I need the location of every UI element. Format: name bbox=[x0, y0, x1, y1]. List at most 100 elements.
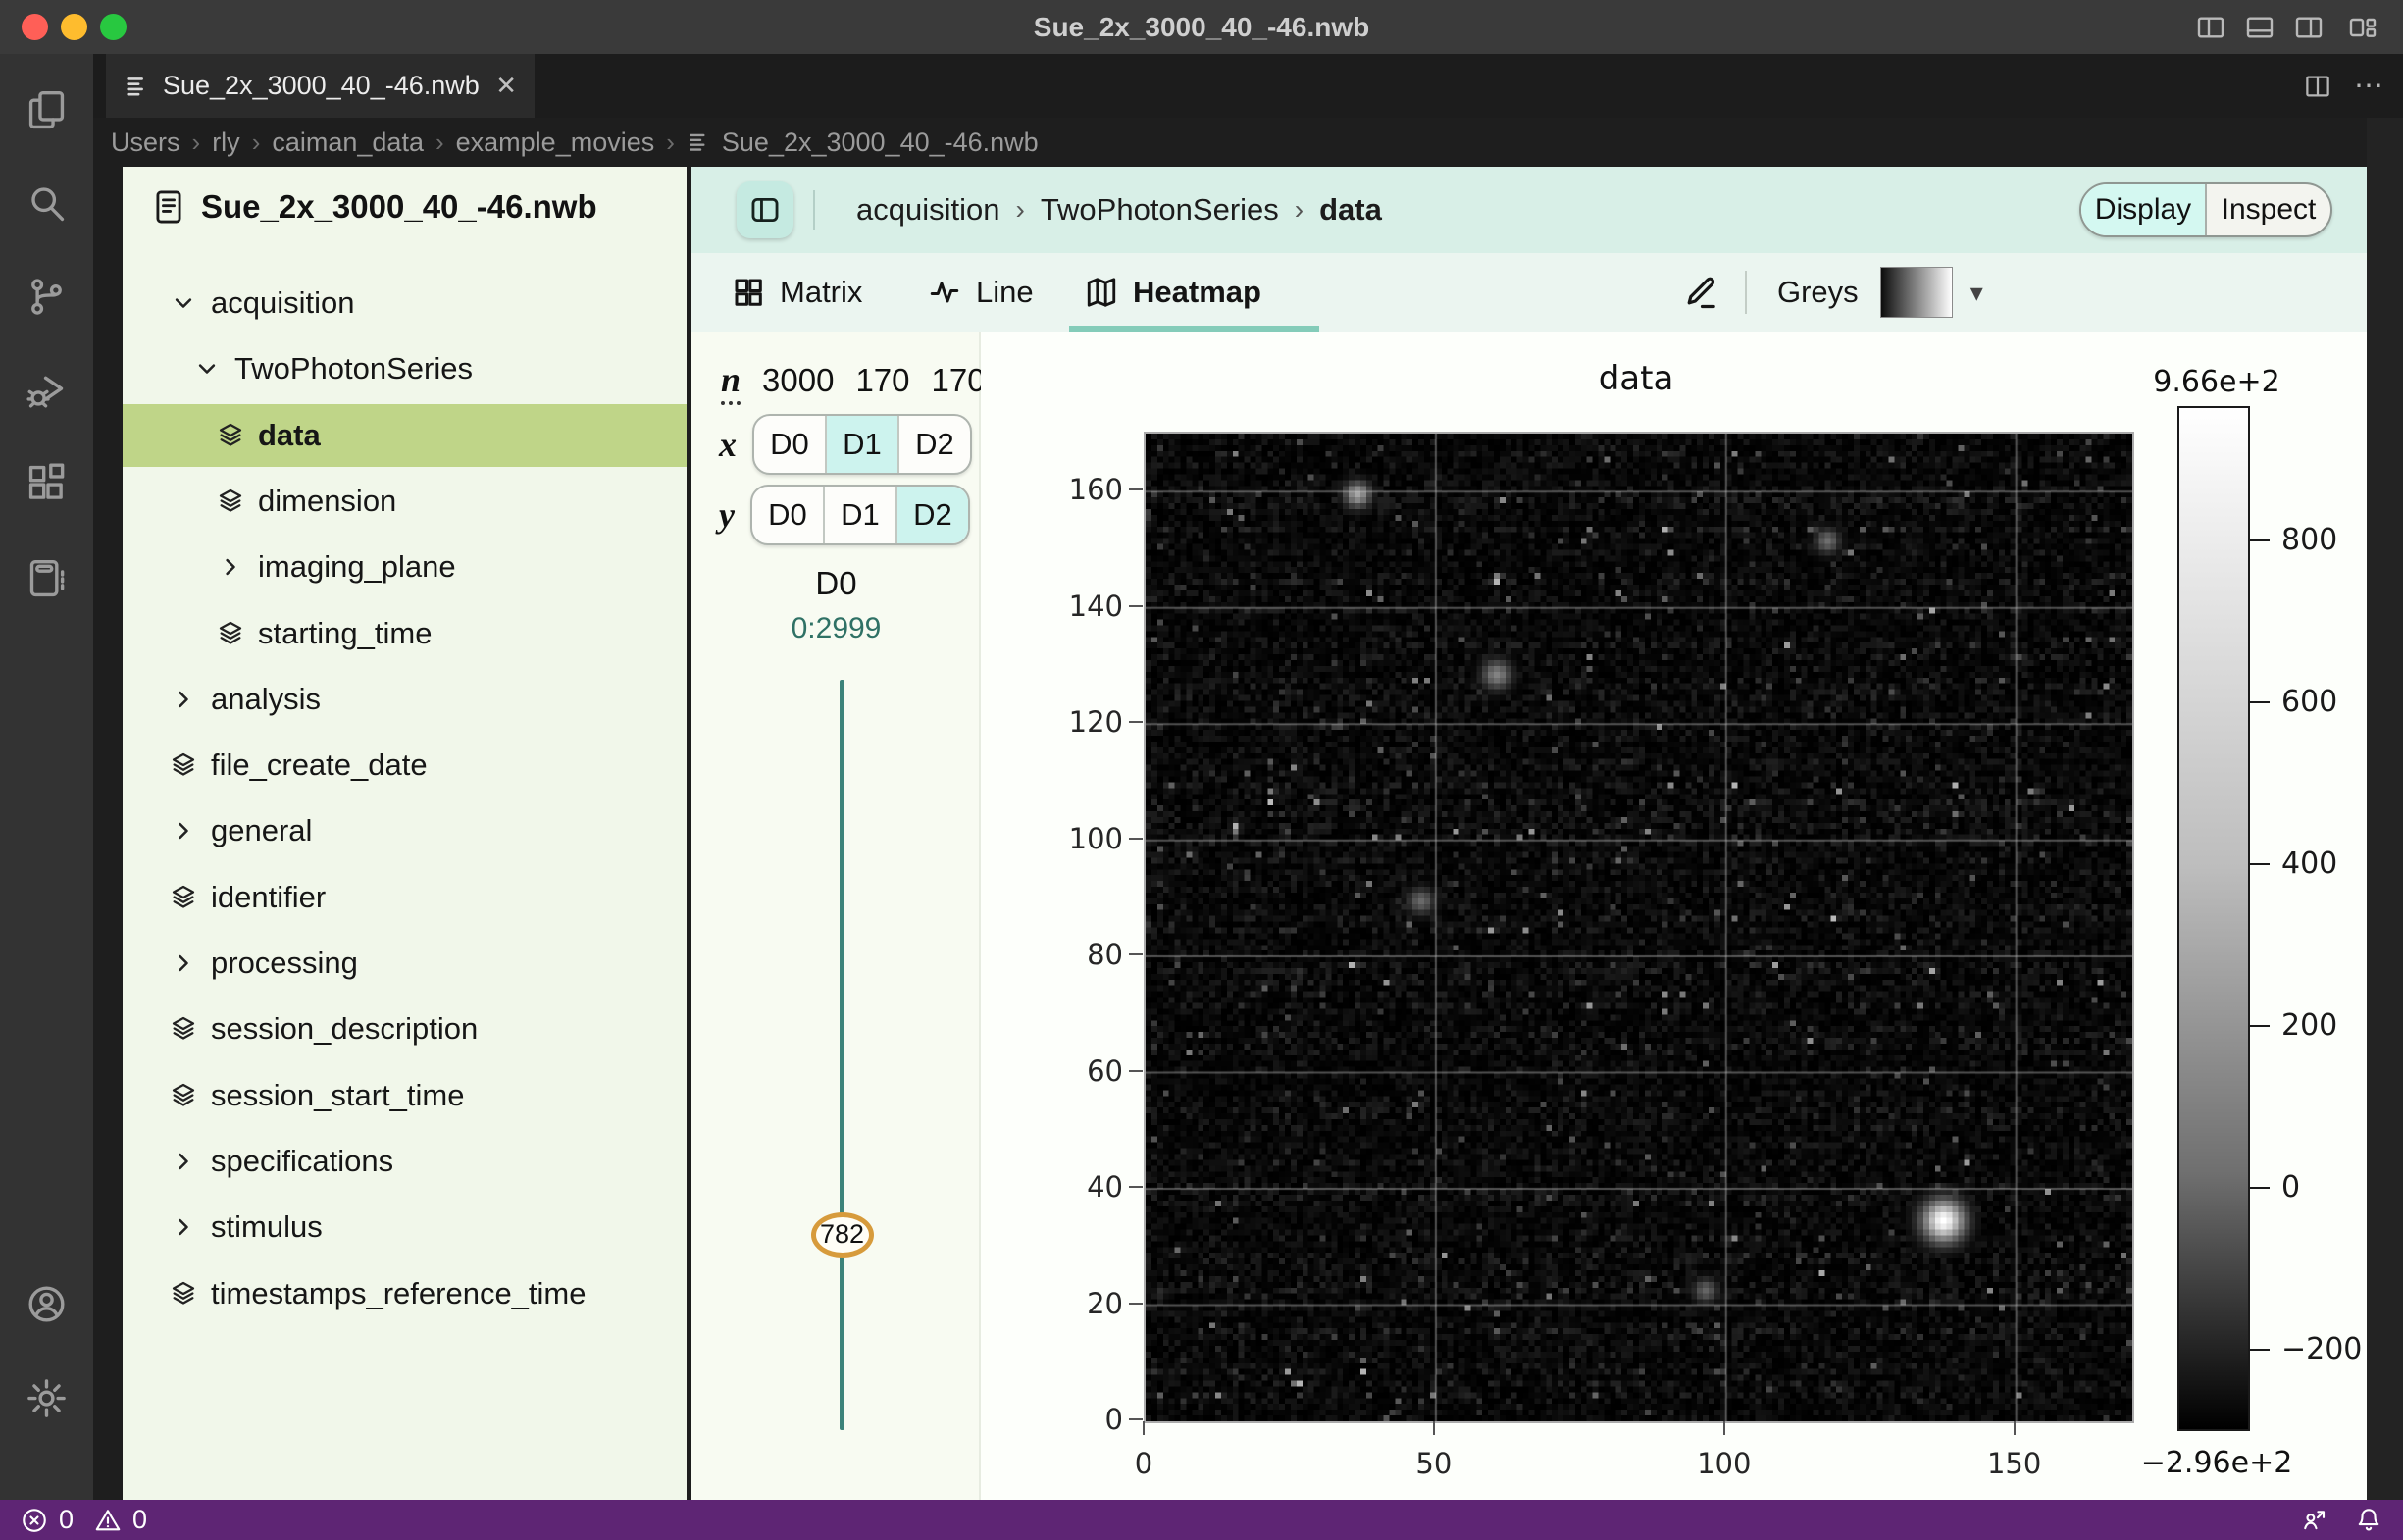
tab-bar: Sue_2x_3000_40_-46.nwb ✕ ⋯ bbox=[93, 54, 2403, 118]
y-dim-button-D0[interactable]: D0 bbox=[752, 487, 823, 543]
tree-title-label: Sue_2x_3000_40_-46.nwb bbox=[201, 188, 597, 226]
nwb-file-icon bbox=[124, 73, 151, 100]
x-tick-mark bbox=[1723, 1421, 1725, 1435]
x-tick-mark bbox=[1433, 1421, 1435, 1435]
breadcrumb-separator: › bbox=[1015, 194, 1024, 226]
layout-customize-icon[interactable] bbox=[2347, 12, 2378, 43]
tree-item-timestamps_reference_time[interactable]: timestamps_reference_time bbox=[123, 1262, 687, 1325]
breadcrumb-file[interactable]: Sue_2x_3000_40_-46.nwb bbox=[722, 128, 1039, 158]
close-window-button[interactable] bbox=[22, 14, 48, 40]
x-dim-button-D1[interactable]: D1 bbox=[825, 416, 897, 473]
tree-item-label: imaging_plane bbox=[258, 549, 456, 585]
vscode-window: Sue_2x_3000_40_-46.nwb bbox=[0, 0, 2403, 1540]
settings-gear-icon[interactable] bbox=[25, 1376, 69, 1420]
display-mode-button[interactable]: Display bbox=[2081, 184, 2205, 235]
tree-item-identifier[interactable]: identifier bbox=[123, 866, 687, 929]
breadcrumb-part[interactable]: caiman_data bbox=[272, 128, 424, 158]
y-tick-mark bbox=[1129, 605, 1143, 607]
errors-icon bbox=[20, 1506, 49, 1535]
breadcrumb-part[interactable]: rly bbox=[212, 128, 240, 158]
tree-item-label: data bbox=[258, 418, 321, 453]
tab-heatmap-label: Heatmap bbox=[1133, 275, 1261, 310]
x-dim-button-D0[interactable]: D0 bbox=[754, 416, 825, 473]
chevron-right-icon bbox=[216, 552, 245, 582]
heatmap-plot-area: data 020406080100120140160050100150 9.66… bbox=[981, 332, 2367, 1500]
tab-matrix[interactable]: Matrix bbox=[731, 253, 862, 332]
breadcrumb-separator: › bbox=[666, 128, 675, 158]
run-debug-icon[interactable] bbox=[25, 368, 69, 412]
remote-icon[interactable] bbox=[2299, 1506, 2328, 1535]
colorbar-tick-mark bbox=[2250, 1349, 2270, 1351]
tree-item-starting_time[interactable]: starting_time bbox=[123, 602, 687, 665]
tab-nwb-file[interactable]: Sue_2x_3000_40_-46.nwb ✕ bbox=[106, 54, 535, 118]
slider-dim-label: D0 bbox=[691, 565, 981, 602]
tree-item-session_description[interactable]: session_description bbox=[123, 998, 687, 1060]
breadcrumb-part[interactable]: example_movies bbox=[456, 128, 655, 158]
panel-breadcrumb-part[interactable]: acquisition bbox=[856, 192, 999, 228]
y-label: y bbox=[719, 494, 735, 536]
search-icon[interactable] bbox=[25, 181, 69, 226]
y-tick-mark bbox=[1129, 1303, 1143, 1305]
tree-item-processing[interactable]: processing bbox=[123, 932, 687, 995]
x-tick-label: 100 bbox=[1680, 1447, 1768, 1480]
source-control-icon[interactable] bbox=[25, 275, 69, 319]
y-dim-button-D2[interactable]: D2 bbox=[895, 487, 968, 543]
toggle-sidebar-button[interactable] bbox=[737, 181, 793, 238]
colorbar-tick-mark bbox=[2250, 701, 2270, 703]
tree-item-label: analysis bbox=[211, 682, 321, 717]
zoom-window-button[interactable] bbox=[100, 14, 127, 40]
tree-item-stimulus[interactable]: stimulus bbox=[123, 1196, 687, 1258]
tab-line-label: Line bbox=[976, 275, 1034, 310]
more-actions-icon[interactable]: ⋯ bbox=[2354, 72, 2385, 101]
panel-left-icon[interactable] bbox=[2195, 12, 2226, 43]
colorbar-tick-mark bbox=[2250, 1187, 2270, 1189]
colormap-dropdown[interactable]: Greys ▾ bbox=[1777, 253, 1983, 332]
extensions-icon[interactable] bbox=[25, 461, 69, 505]
notebook-icon[interactable] bbox=[25, 556, 69, 600]
x-dim-button-D2[interactable]: D2 bbox=[897, 416, 970, 473]
chevron-right-icon bbox=[169, 816, 198, 846]
tree-item-TwoPhotonSeries[interactable]: TwoPhotonSeries bbox=[123, 337, 687, 400]
colorbar-tick-label: −200 bbox=[2281, 1332, 2362, 1366]
problems-status[interactable]: 0 0 bbox=[20, 1505, 147, 1535]
breadcrumb-part[interactable]: Users bbox=[111, 128, 180, 158]
shape-dim0: 3000 bbox=[762, 362, 834, 399]
window-title: Sue_2x_3000_40_-46.nwb bbox=[0, 0, 2403, 54]
explorer-icon[interactable] bbox=[25, 88, 69, 132]
tree-item-specifications[interactable]: specifications bbox=[123, 1130, 687, 1193]
titlebar: Sue_2x_3000_40_-46.nwb bbox=[0, 0, 2403, 54]
tree-item-dimension[interactable]: dimension bbox=[123, 470, 687, 533]
tab-line[interactable]: Line bbox=[927, 253, 1034, 332]
panel-breadcrumb: acquisition›TwoPhotonSeries›data bbox=[856, 167, 1382, 253]
tree-item-session_start_time[interactable]: session_start_time bbox=[123, 1064, 687, 1127]
slider-range-label: 0:2999 bbox=[691, 612, 981, 645]
panel-bottom-icon[interactable] bbox=[2244, 12, 2275, 43]
notifications-bell-icon[interactable] bbox=[2354, 1506, 2383, 1535]
split-editor-icon[interactable] bbox=[2303, 72, 2332, 101]
close-tab-icon[interactable]: ✕ bbox=[495, 71, 517, 101]
y-tick-label: 100 bbox=[1035, 822, 1123, 855]
tree-item-analysis[interactable]: analysis bbox=[123, 668, 687, 731]
inspect-mode-button[interactable]: Inspect bbox=[2205, 184, 2330, 235]
minimize-window-button[interactable] bbox=[61, 14, 87, 40]
tree-item-data[interactable]: data bbox=[123, 404, 687, 467]
tree-item-acquisition[interactable]: acquisition bbox=[123, 272, 687, 334]
layers-icon bbox=[169, 1014, 198, 1044]
y-tick-label: 140 bbox=[1035, 590, 1123, 623]
panel-breadcrumb-part[interactable]: TwoPhotonSeries bbox=[1041, 192, 1279, 228]
y-tick-label: 0 bbox=[1035, 1403, 1123, 1436]
tab-heatmap[interactable]: Heatmap bbox=[1084, 253, 1261, 332]
x-tick-label: 50 bbox=[1390, 1447, 1478, 1480]
account-icon[interactable] bbox=[25, 1282, 69, 1326]
y-tick-label: 80 bbox=[1035, 938, 1123, 971]
y-tick-mark bbox=[1129, 1418, 1143, 1420]
tree-item-general[interactable]: general bbox=[123, 799, 687, 862]
y-dim-button-D1[interactable]: D1 bbox=[823, 487, 895, 543]
frame-slider-track[interactable] bbox=[840, 680, 844, 1430]
warnings-count: 0 bbox=[132, 1505, 147, 1535]
frame-slider-handle[interactable]: 782 bbox=[811, 1212, 874, 1258]
tree-item-file_create_date[interactable]: file_create_date bbox=[123, 734, 687, 796]
edit-pencil-icon[interactable] bbox=[1680, 253, 1719, 332]
tree-item-imaging_plane[interactable]: imaging_plane bbox=[123, 536, 687, 598]
panel-right-icon[interactable] bbox=[2293, 12, 2325, 43]
